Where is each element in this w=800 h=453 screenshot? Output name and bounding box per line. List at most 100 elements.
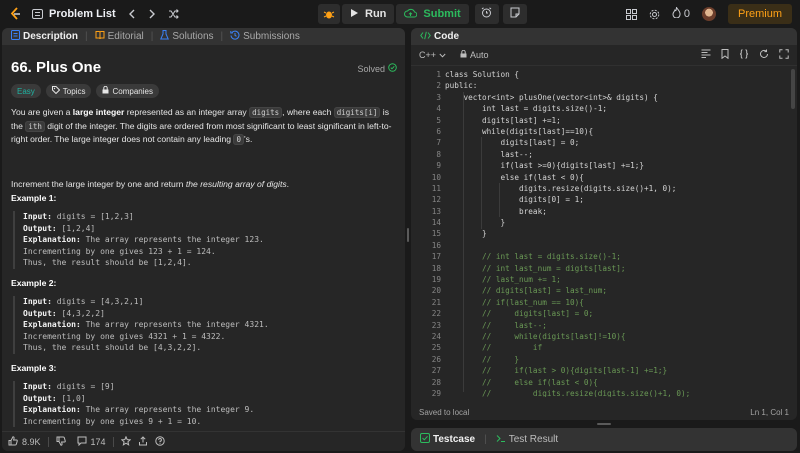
companies-label: Companies [112, 86, 153, 96]
top-bar: Problem List Run Submit 0 Premium [0, 0, 800, 27]
lock-icon [460, 49, 467, 60]
line-number: 20 [431, 286, 441, 296]
avatar[interactable] [701, 7, 716, 21]
list-icon [32, 8, 43, 19]
code-toolbar: C++ Auto [411, 45, 797, 66]
explanation-label: Explanation: [23, 235, 81, 245]
comment-icon [77, 436, 87, 448]
example-output-line: Output: [1,2,4] [23, 223, 393, 235]
submit-button[interactable]: Submit [396, 4, 469, 24]
difficulty-badge[interactable]: Easy [11, 84, 41, 98]
line-number: 29 [431, 388, 441, 397]
bug-icon [323, 8, 335, 20]
statement-bold: large integer [72, 107, 125, 117]
debug-button[interactable] [318, 4, 340, 24]
chevron-right-icon[interactable] [148, 9, 156, 19]
braces-icon[interactable] [739, 49, 749, 62]
line-number: 18 [431, 263, 441, 273]
run-button[interactable]: Run [342, 4, 395, 24]
code-line: // if(last > 0){digits[last-1] +=1;} [445, 366, 668, 376]
gear-icon[interactable] [649, 9, 660, 20]
code-line: } [445, 218, 506, 228]
tab-test-result[interactable]: Test Result [493, 434, 561, 446]
code-line: if(last >=0){digits[last] +=1;} [445, 161, 645, 171]
auto-mode-toggle[interactable]: Auto [460, 49, 489, 60]
line-number: 7 [436, 138, 441, 148]
problem-list-button[interactable]: Problem List [32, 8, 116, 20]
code-line: // digits.resize(digits.size()+1, 0); [445, 388, 691, 397]
tab-divider: | [85, 31, 88, 42]
like-button[interactable]: 8.9K [8, 435, 41, 448]
leetcode-logo-icon[interactable] [8, 6, 22, 21]
example-block: Input: digits = [9] Output: [1,0] Explan… [13, 381, 393, 428]
line-number: 9 [436, 161, 441, 171]
star-icon[interactable] [120, 435, 131, 448]
explanation-line: Incrementing by one gives 4321 + 1 = 432… [23, 331, 226, 341]
tab-solutions-label: Solutions [172, 31, 214, 42]
tab-code[interactable]: Code [417, 31, 462, 43]
help-icon[interactable] [154, 435, 165, 448]
thumbs-up-icon [8, 435, 18, 448]
language-select[interactable]: C++ [419, 50, 446, 60]
tab-editorial[interactable]: Editorial [92, 30, 147, 43]
line-number: 13 [431, 206, 441, 216]
history-icon [230, 30, 240, 43]
statement-text: digit of the integer. The digits are ord… [11, 120, 392, 145]
line-number: 21 [431, 297, 441, 307]
bookmark-icon[interactable] [721, 49, 729, 62]
line-number: 15 [431, 229, 441, 239]
code-panel: Code C++ Auto 1 2 3 4 5 6 7 8 9 10 11 12… [411, 28, 797, 420]
notes-button[interactable] [502, 4, 527, 24]
tab-code-label: Code [434, 31, 459, 42]
tab-solutions[interactable]: Solutions [157, 30, 216, 43]
expand-icon[interactable] [779, 49, 789, 62]
timer-button[interactable] [474, 4, 499, 24]
code-line: while(digits[last]==10){ [445, 126, 594, 136]
tab-divider: | [484, 434, 487, 445]
thumbs-down-icon[interactable] [56, 436, 66, 448]
tab-submissions[interactable]: Submissions [227, 30, 303, 43]
code-line: last--; [445, 149, 533, 159]
code-line: // digits[last] = 0; [445, 309, 594, 319]
code-line: // if(last_num == 10){ [445, 297, 584, 307]
code-editor[interactable]: 1 2 3 4 5 6 7 8 9 10 11 12 13 14 15 16 17 18 19 20 21 22 23 24 2… [411, 69, 797, 397]
companies-badge[interactable]: Companies [96, 84, 159, 98]
tab-submissions-label: Submissions [243, 31, 300, 42]
tab-testcase[interactable]: Testcase [417, 433, 478, 446]
premium-button[interactable]: Premium [727, 4, 792, 24]
explanation-value: The array represents the integer 123. [80, 235, 264, 245]
inline-code: digits [249, 107, 283, 118]
solved-label: Solved [357, 63, 385, 74]
tab-description[interactable]: Description [8, 30, 81, 43]
reset-icon[interactable] [759, 49, 769, 62]
explanation-value: The array represents the integer 9. [80, 405, 255, 415]
example-explanation-line: Explanation: The array represents the in… [23, 404, 393, 416]
scrollbar[interactable] [791, 69, 795, 109]
code-line: // } [445, 354, 520, 364]
chevron-left-icon[interactable] [128, 9, 136, 19]
streak-counter[interactable]: 0 [672, 6, 690, 21]
line-number: 26 [431, 354, 441, 364]
left-tab-bar: Description | Editorial | Solutions | Su… [2, 28, 405, 45]
problem-title: 66. Plus One [11, 59, 102, 76]
shuffle-icon[interactable] [168, 8, 179, 19]
task-italic: the resulting array of digits [185, 179, 287, 189]
cursor-position: Ln 1, Col 1 [750, 407, 789, 417]
code-line: else if(last < 0){ [445, 172, 584, 182]
topics-label: Topics [62, 86, 86, 96]
panel-resize-handle[interactable] [407, 228, 409, 242]
format-icon[interactable] [701, 49, 711, 62]
output-value: [1,2,4] [56, 223, 96, 233]
comments-button[interactable]: 174 [77, 436, 106, 448]
panel-resize-handle[interactable] [597, 423, 611, 425]
line-number: 19 [431, 275, 441, 285]
share-icon[interactable] [138, 435, 148, 448]
code-line: } [445, 229, 487, 239]
inline-code: digits[i] [333, 107, 381, 118]
layout-grid-icon[interactable] [625, 8, 637, 20]
task-text: . [286, 179, 290, 189]
topics-badge[interactable]: Topics [45, 84, 92, 98]
explanation-line: Thus, the result should be [1,2,4]. [23, 258, 192, 268]
book-icon [95, 30, 105, 43]
